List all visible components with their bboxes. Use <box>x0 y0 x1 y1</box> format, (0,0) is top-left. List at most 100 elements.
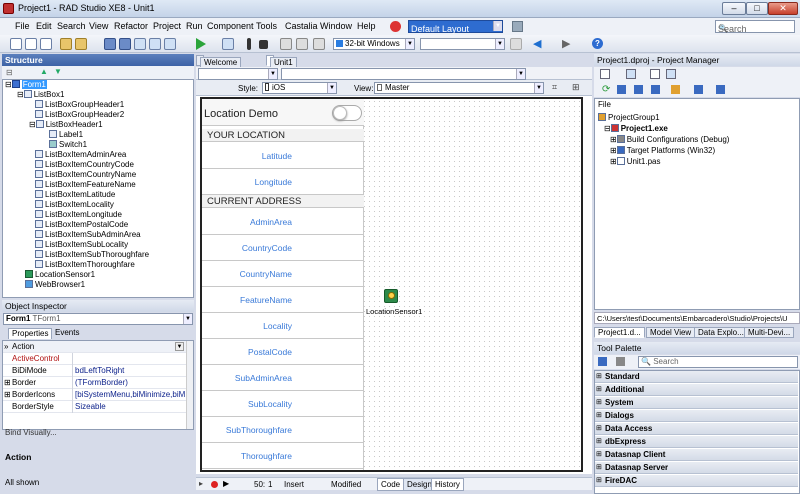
dropdown-icon[interactable]: ▼ <box>175 342 184 351</box>
tree-item[interactable]: ⊟ ListBoxHeader1 <box>29 120 103 130</box>
menu-search[interactable]: Search <box>57 21 86 31</box>
open-icon[interactable] <box>40 38 52 50</box>
list-item-thoroughfare[interactable]: Thoroughfare <box>202 443 364 469</box>
tree-item[interactable]: ListBoxGroupHeader2 <box>35 110 124 120</box>
forward-icon[interactable]: ▶ <box>562 39 570 50</box>
save-icon[interactable] <box>104 38 116 50</box>
palette-filter-icon[interactable] <box>616 357 625 366</box>
tree-item[interactable]: ListBoxItemLocality <box>35 200 114 210</box>
property-search-row[interactable]: » Action ▼ <box>3 341 186 353</box>
pm-unit1[interactable]: ⊞ Unit1.pas <box>610 157 661 167</box>
pm-add-icon[interactable] <box>650 69 660 79</box>
compile-icon[interactable] <box>651 85 660 94</box>
palette-category-firedac[interactable]: FireDAC <box>595 475 798 487</box>
project-tree[interactable]: File ProjectGroup1 ⊟ Project1.exe ⊞ Build … <box>594 98 800 310</box>
palette-category-additional[interactable]: Additional <box>595 384 798 396</box>
tree-item[interactable]: ListBoxItemCountryCode <box>35 160 134 170</box>
view-form-icon[interactable] <box>149 38 161 50</box>
expand-icon[interactable] <box>671 85 680 94</box>
tab-data-explorer[interactable]: Data Explo... <box>694 327 748 338</box>
tree-item-location-sensor[interactable]: LocationSensor1 <box>25 270 95 280</box>
property-row[interactable]: ActiveControl <box>3 353 186 365</box>
config-combo[interactable]: ▼ <box>420 38 505 50</box>
property-scrollbar[interactable] <box>186 341 193 429</box>
list-item-countrycode[interactable]: CountryCode <box>202 235 364 261</box>
refresh-icon[interactable]: ⟳ <box>602 85 610 95</box>
property-row[interactable]: ⊞ BorderIcons [biSystemMenu,biMinimize,biM… <box>3 389 186 401</box>
reopen-icon[interactable] <box>75 38 87 50</box>
run-to-cursor-icon[interactable] <box>313 38 325 50</box>
tree-item-listbox1[interactable]: ⊟ ListBox1 <box>17 90 64 100</box>
back-icon[interactable]: ◀ <box>533 39 541 50</box>
method-combo[interactable]: ▼ <box>281 68 526 80</box>
property-row[interactable]: BiDiMode bdLeftToRight <box>3 365 186 377</box>
new-icon[interactable] <box>10 38 22 50</box>
list-item-featurename[interactable]: FeatureName <box>202 287 364 313</box>
record-macro-icon[interactable]: ▸ <box>199 479 203 488</box>
tree-item[interactable]: Switch1 <box>49 140 87 150</box>
palette-category-dbexpress[interactable]: dbExpress <box>595 436 798 448</box>
tab-history[interactable]: History <box>431 478 464 491</box>
tree-item[interactable]: ListBoxItemSubLocality <box>35 240 128 250</box>
palette-category-system[interactable]: System <box>595 397 798 409</box>
minimize-button[interactable]: – <box>722 2 746 15</box>
menu-refactor[interactable]: Refactor <box>114 21 148 31</box>
menu-help[interactable]: Help <box>357 21 376 31</box>
new-form-icon[interactable] <box>25 38 37 50</box>
tree-item-web-browser[interactable]: WebBrowser1 <box>25 280 85 290</box>
tree-item[interactable]: ListBoxItemPostalCode <box>35 220 128 230</box>
layout-icon[interactable] <box>390 21 401 32</box>
tab-multi-device[interactable]: Multi-Devi... <box>744 327 795 338</box>
menu-project[interactable]: Project <box>153 21 181 31</box>
menu-edit[interactable]: Edit <box>36 21 52 31</box>
list-item-subadminarea[interactable]: SubAdminArea <box>202 365 364 391</box>
tree-item[interactable]: ListBoxItemThoroughfare <box>35 260 135 270</box>
bind-visually-link[interactable]: Bind Visually... <box>5 428 57 437</box>
palette-category-standard[interactable]: Standard <box>595 371 798 383</box>
list-item-sublocality[interactable]: SubLocality <box>202 391 364 417</box>
tree-item[interactable]: Label1 <box>49 130 83 140</box>
tab-properties[interactable]: Properties <box>8 328 53 339</box>
run-without-debug-icon[interactable] <box>222 38 234 50</box>
location-sensor-icon[interactable] <box>384 289 398 303</box>
build-icon[interactable] <box>634 85 643 94</box>
view-combo[interactable]: Master ▼ <box>374 82 544 94</box>
style-combo[interactable]: iOS ▼ <box>262 82 337 94</box>
tree-item[interactable]: ListBoxItemLatitude <box>35 190 115 200</box>
list-item-adminarea[interactable]: AdminArea <box>202 209 364 235</box>
run-icon[interactable] <box>196 38 206 50</box>
menu-castalia[interactable]: Castalia <box>285 21 318 31</box>
save-layout-icon[interactable] <box>512 21 523 32</box>
palette-category-data-access[interactable]: Data Access <box>595 423 798 435</box>
tree-item[interactable]: ListBoxItemLongitude <box>35 210 122 220</box>
pause-icon[interactable] <box>247 38 251 50</box>
pm-new-icon[interactable] <box>600 69 610 79</box>
maximize-button[interactable]: □ <box>746 2 768 15</box>
deploy-icon[interactable] <box>510 38 522 50</box>
stop-icon[interactable] <box>259 40 268 49</box>
move-down-icon[interactable]: ▼ <box>54 67 62 76</box>
tree-item[interactable]: ListBoxGroupHeader1 <box>35 100 124 110</box>
view-unit-icon[interactable] <box>134 38 146 50</box>
pm-open-icon[interactable] <box>626 69 636 79</box>
property-row[interactable]: ⊞ Border (TFormBorder) <box>3 377 186 389</box>
list-item-subthoroughfare[interactable]: SubThoroughfare <box>202 417 364 443</box>
tab-welcome-page[interactable]: Welcome Page <box>196 55 242 77</box>
list-item-latitude[interactable]: Latitude <box>202 143 364 169</box>
list-item-locality[interactable]: Locality <box>202 313 364 339</box>
palette-category-datasnap-client[interactable]: Datasnap Client <box>595 449 798 461</box>
sync-icon[interactable] <box>617 85 626 94</box>
tree-item[interactable]: ListBoxItemCountryName <box>35 170 136 180</box>
pm-project-exe[interactable]: ⊟ Project1.exe <box>604 124 668 134</box>
trace-into-icon[interactable] <box>296 38 308 50</box>
menu-window[interactable]: Window <box>320 21 352 31</box>
tree-item[interactable]: ListBoxItemSubThoroughfare <box>35 250 149 260</box>
tree-item[interactable]: ListBoxItemAdminArea <box>35 150 126 160</box>
sort-icon[interactable] <box>716 85 725 94</box>
switch-toggle[interactable] <box>332 105 362 121</box>
form-design-tool-icon[interactable]: ⌗ <box>552 82 557 93</box>
save-all-icon[interactable] <box>119 38 131 50</box>
pm-target-platforms[interactable]: ⊞ Target Platforms (Win32) <box>610 146 715 156</box>
property-row[interactable]: BorderStyle Sizeable <box>3 401 186 413</box>
help-icon[interactable]: ? <box>592 38 603 49</box>
